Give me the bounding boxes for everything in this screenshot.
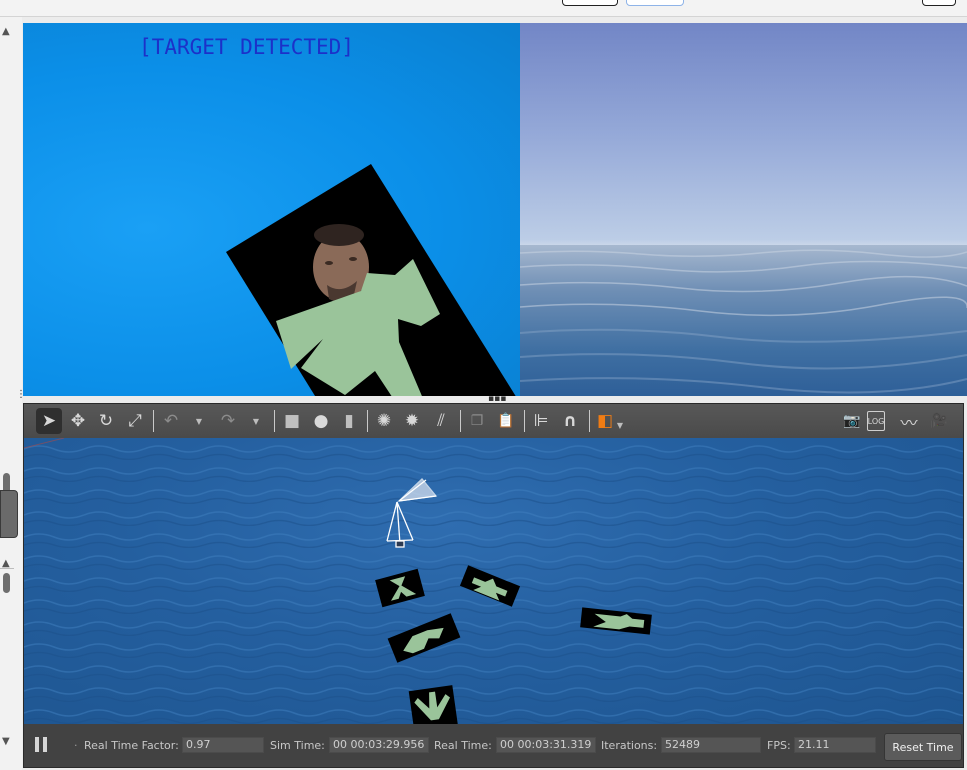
select-tool-icon[interactable]: ➤	[36, 408, 62, 434]
real-time-factor-field: 0.97	[182, 737, 264, 753]
top-button-3[interactable]	[922, 0, 956, 6]
undo-tool-icon[interactable]: ↶	[158, 408, 184, 434]
fps-field: 21.11	[794, 737, 876, 753]
real-time-label: Real Time:	[434, 739, 492, 752]
directional-light-tool-icon[interactable]: ⫽	[428, 408, 454, 434]
reset-time-button[interactable]: Reset Time	[884, 733, 962, 761]
box-tool-icon[interactable]: ■	[279, 408, 305, 434]
sphere-tool-icon[interactable]: ●	[308, 408, 334, 434]
side-panel-toggle[interactable]	[0, 490, 18, 538]
real-time-factor-label: Real Time Factor:	[84, 739, 179, 752]
toolbar-separator	[153, 410, 154, 432]
toolbar-separator	[367, 410, 368, 432]
gazebo-toolbar: ➤ ✥ ↻ ⤢ ↶ ▼ ↷ ▼ ■ ● ▮ ✺ ✹ ⫽ ❐ 📋 ⊫ ∩ ◧ ▼ …	[24, 404, 963, 438]
scale-tool-icon[interactable]: ⤢	[122, 408, 148, 434]
top-button-2[interactable]	[626, 0, 684, 6]
iterations-field: 52489	[661, 737, 761, 753]
translate-tool-icon[interactable]: ✥	[65, 408, 91, 434]
undo-dropdown-icon[interactable]: ▼	[193, 408, 205, 434]
snap-tool-icon[interactable]: ∩	[557, 408, 583, 434]
gazebo-3d-pane: ➤ ✥ ↻ ⤢ ↶ ▼ ↷ ▼ ■ ● ▮ ✺ ✹ ⫽ ❐ 📋 ⊫ ∩ ◧ ▼ …	[23, 403, 964, 768]
gazebo-status-bar: . Real Time Factor: 0.97 Sim Time: 00 00…	[24, 724, 963, 767]
paste-tool-icon[interactable]: 📋	[493, 408, 519, 434]
scroll-up-arrow-icon[interactable]: ▲	[2, 559, 10, 569]
iterations-label: Iterations:	[601, 739, 658, 752]
toolbar-separator	[589, 410, 590, 432]
scroll-up-arrow-icon[interactable]: ▲	[2, 27, 10, 37]
gazebo-scene-view[interactable]	[24, 438, 963, 724]
fps-label: FPS:	[767, 739, 791, 752]
top-bar	[0, 0, 967, 17]
status-dot: .	[74, 736, 78, 749]
spot-light-tool-icon[interactable]: ✹	[399, 408, 425, 434]
redo-dropdown-icon[interactable]: ▼	[250, 408, 262, 434]
log-tool-icon[interactable]: LOG	[867, 411, 885, 431]
top-button-1[interactable]	[562, 0, 618, 6]
real-time-field: 00 00:03:31.319	[496, 737, 596, 753]
scroll-down-arrow-icon[interactable]: ▼	[2, 737, 10, 747]
toolbar-separator	[524, 410, 525, 432]
copy-tool-icon[interactable]: ❐	[464, 408, 490, 434]
sea-waves	[520, 249, 967, 394]
sim-time-field: 00 00:03:29.956	[329, 737, 429, 753]
sky-camera-view	[520, 23, 967, 396]
align-tool-icon[interactable]: ⊫	[528, 408, 554, 434]
screenshot-tool-icon[interactable]: 📷	[839, 408, 865, 434]
rotate-tool-icon[interactable]: ↻	[93, 408, 119, 434]
target-poster	[226, 164, 516, 396]
plot-tool-icon[interactable]: 〰	[896, 408, 922, 434]
camera-image-view: [TARGET DETECTED]	[23, 23, 520, 396]
pane-resize-handle-icon[interactable]: ▪▪▪	[488, 395, 506, 404]
target-detected-label: [TARGET DETECTED]	[139, 35, 354, 59]
pause-icon[interactable]	[35, 737, 49, 753]
toolbar-separator	[274, 410, 275, 432]
redo-tool-icon[interactable]: ↷	[215, 408, 241, 434]
view-angle-dropdown-icon[interactable]: ▼	[614, 412, 626, 438]
point-light-tool-icon[interactable]: ✺	[371, 408, 397, 434]
cylinder-tool-icon[interactable]: ▮	[336, 408, 362, 434]
toolbar-separator	[460, 410, 461, 432]
scrollbar-thumb[interactable]	[3, 573, 10, 593]
record-video-tool-icon[interactable]: 🎥	[926, 408, 952, 434]
ocean-scene	[24, 438, 963, 724]
sim-time-label: Sim Time:	[270, 739, 325, 752]
